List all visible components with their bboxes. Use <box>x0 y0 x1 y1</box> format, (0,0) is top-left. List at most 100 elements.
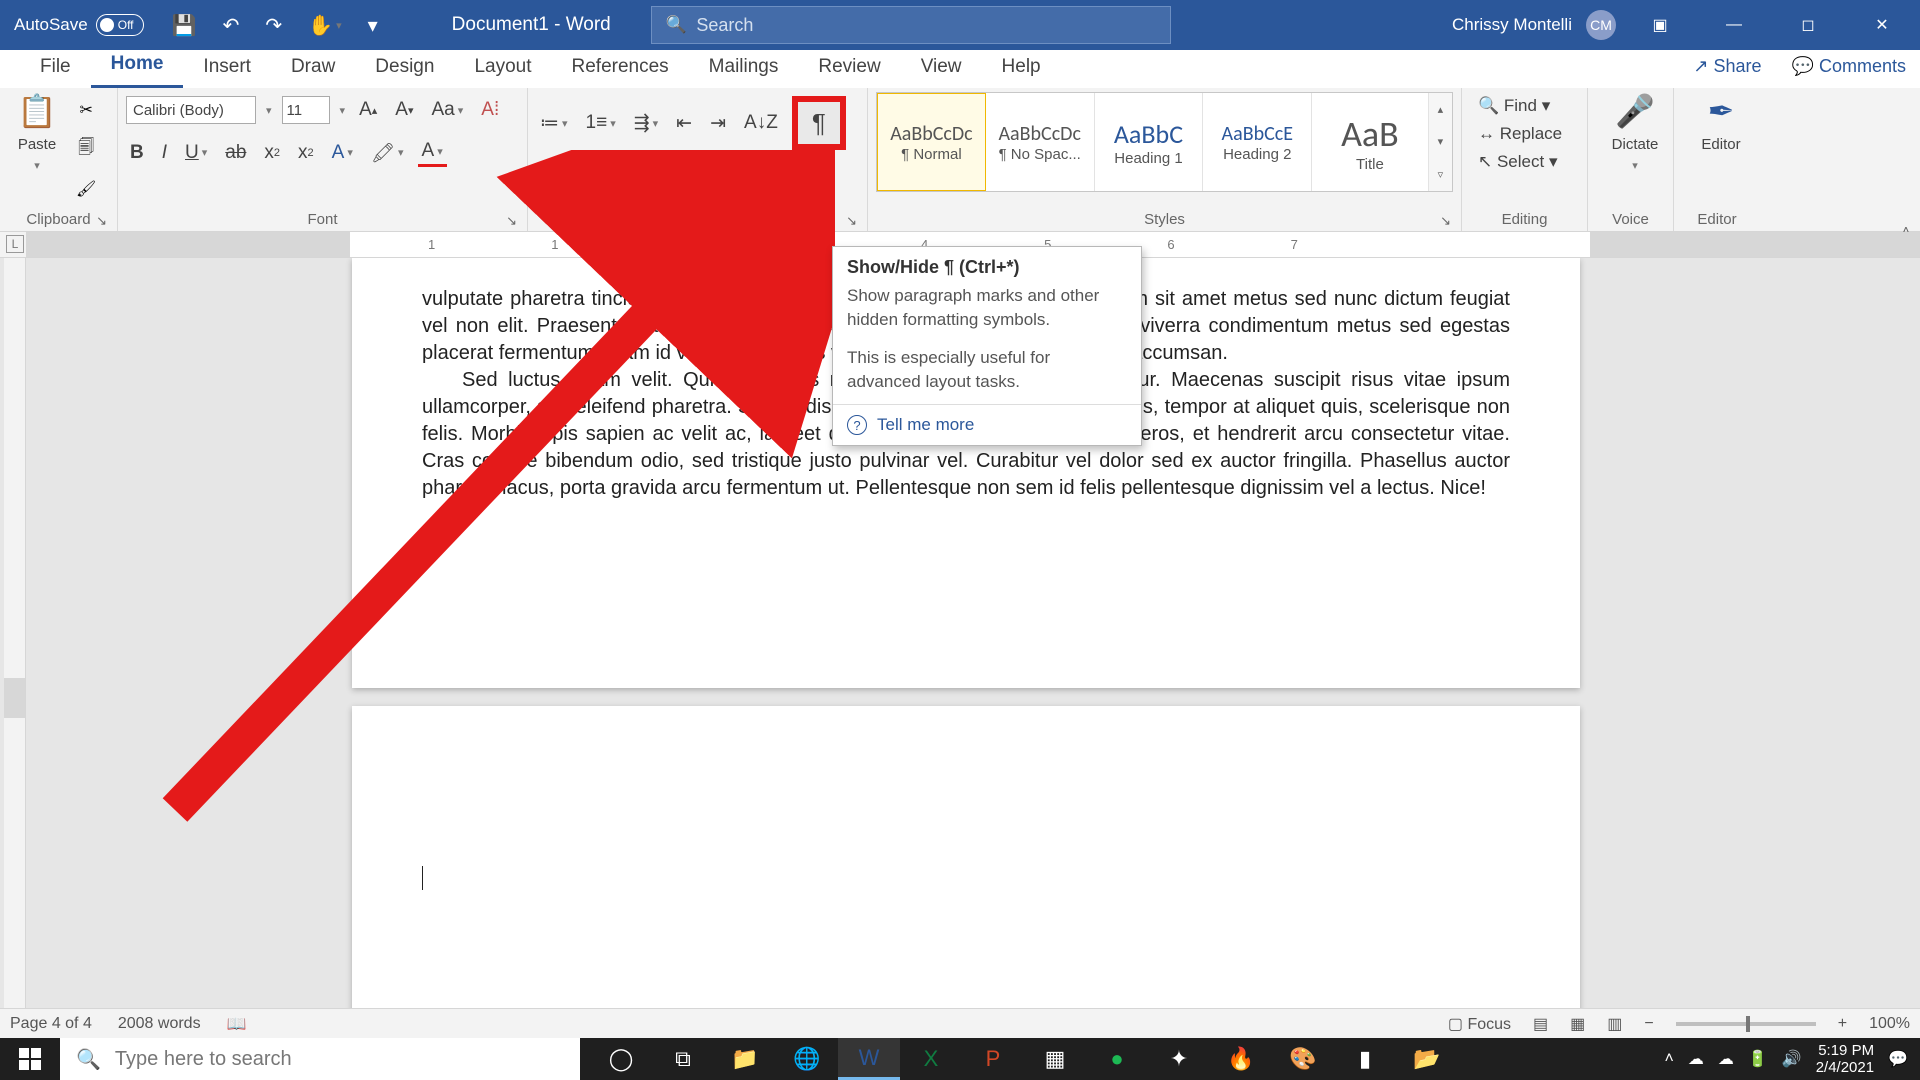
font-name-combo[interactable]: Calibri (Body) <box>126 96 256 124</box>
dictate-button[interactable]: 🎤 Dictate ▾ <box>1596 92 1674 172</box>
word-count[interactable]: 2008 words <box>118 1015 201 1033</box>
start-button[interactable] <box>0 1038 60 1080</box>
increase-indent-icon[interactable]: ⇥ <box>706 110 730 137</box>
comments-button[interactable]: 💬 Comments <box>1792 56 1906 77</box>
borders-icon[interactable]: ▦ <box>750 164 784 191</box>
shading-icon[interactable]: ◪ <box>705 164 739 191</box>
search-input[interactable] <box>696 15 1155 36</box>
ribbon-display-icon[interactable]: ▣ <box>1630 0 1690 50</box>
style-no-spacing[interactable]: AaBbCcDc¶ No Spac... <box>986 93 1095 191</box>
battery-icon[interactable]: 🔋 <box>1748 1049 1768 1069</box>
volume-icon[interactable]: 🔊 <box>1782 1049 1802 1069</box>
launcher-icon[interactable]: ↘ <box>506 213 517 229</box>
tab-insert[interactable]: Insert <box>183 48 271 88</box>
zoom-out-icon[interactable]: − <box>1644 1015 1653 1033</box>
font-size-combo[interactable]: 11 <box>282 96 330 124</box>
undo-icon[interactable]: ↶ <box>219 11 244 40</box>
change-case-icon[interactable]: Aa <box>428 97 468 123</box>
clear-formatting-icon[interactable]: A⁞ <box>477 97 503 123</box>
close-icon[interactable]: ✕ <box>1852 0 1912 50</box>
tab-design[interactable]: Design <box>355 48 454 88</box>
launcher-icon[interactable]: ↘ <box>846 213 857 229</box>
align-center-icon[interactable]: ≡ <box>565 165 584 191</box>
app-icon-2[interactable]: 🔥 <box>1210 1038 1272 1080</box>
italic-button[interactable]: I <box>158 140 171 166</box>
align-right-icon[interactable]: ≡ <box>594 165 613 191</box>
line-spacing-icon[interactable]: ‡≡ <box>657 165 695 191</box>
align-left-icon[interactable]: ≡ <box>536 165 555 191</box>
launcher-icon[interactable]: ↘ <box>1440 213 1451 229</box>
toggle-pill[interactable]: Off <box>96 14 144 36</box>
autosave-toggle[interactable]: AutoSave Off <box>0 14 158 36</box>
qat-customize-icon[interactable]: ▾ <box>364 11 382 40</box>
style-heading-2[interactable]: AaBbCcEHeading 2 <box>1203 93 1312 191</box>
clock[interactable]: 5:19 PM 2/4/2021 <box>1816 1042 1874 1076</box>
zoom-in-icon[interactable]: + <box>1838 1015 1847 1033</box>
text-effects-icon[interactable]: A <box>328 140 357 166</box>
cut-icon[interactable]: ✂ <box>72 98 100 122</box>
style-title[interactable]: AaBTitle <box>1312 93 1429 191</box>
superscript-button[interactable]: x2 <box>294 140 318 166</box>
format-painter-icon[interactable]: 🖌 <box>72 177 100 201</box>
calculator-icon[interactable]: ▦ <box>1024 1038 1086 1080</box>
shrink-font-icon[interactable]: A▾ <box>391 97 417 123</box>
folder-icon[interactable]: 📂 <box>1396 1038 1458 1080</box>
tab-help[interactable]: Help <box>982 48 1061 88</box>
weather-icon[interactable]: ☁ <box>1718 1049 1734 1069</box>
notifications-icon[interactable]: 💬 <box>1888 1049 1908 1069</box>
spotify-icon[interactable]: ● <box>1086 1038 1148 1080</box>
taskbar-search[interactable]: 🔍 Type here to search <box>60 1038 580 1080</box>
proofing-icon[interactable]: 📖 <box>227 1014 247 1034</box>
styles-gallery[interactable]: AaBbCcDc¶ Normal AaBbCcDc¶ No Spac... Aa… <box>876 92 1453 192</box>
multilevel-list-icon[interactable]: ⇶ <box>630 110 662 137</box>
copy-icon[interactable]: 🗐 <box>72 134 100 165</box>
focus-mode[interactable]: ▢ Focus <box>1448 1014 1511 1034</box>
grow-font-icon[interactable]: A▴ <box>355 97 381 123</box>
redo-icon[interactable]: ↷ <box>261 11 286 40</box>
touch-mode-icon[interactable]: ✋ <box>304 11 345 40</box>
tab-references[interactable]: References <box>552 48 689 88</box>
tab-layout[interactable]: Layout <box>454 48 551 88</box>
page-indicator[interactable]: Page 4 of 4 <box>10 1015 92 1033</box>
onedrive-icon[interactable]: ☁ <box>1688 1049 1704 1069</box>
sort-icon[interactable]: A↓Z <box>740 110 782 136</box>
select-button[interactable]: ↖ Select ▾ <box>1478 152 1571 172</box>
chrome-icon[interactable]: 🌐 <box>776 1038 838 1080</box>
style-normal[interactable]: AaBbCcDc¶ Normal <box>877 93 986 191</box>
word-icon[interactable]: W <box>838 1038 900 1080</box>
powerpoint-icon[interactable]: P <box>962 1038 1024 1080</box>
zoom-slider[interactable] <box>1676 1022 1816 1026</box>
cortana-icon[interactable]: ◯ <box>590 1038 652 1080</box>
excel-icon[interactable]: X <box>900 1038 962 1080</box>
app-icon-3[interactable]: ▮ <box>1334 1038 1396 1080</box>
replace-button[interactable]: ↔ Replace <box>1478 124 1571 144</box>
tab-view[interactable]: View <box>901 48 982 88</box>
avatar[interactable]: CM <box>1586 10 1616 40</box>
tab-file[interactable]: File <box>20 48 91 88</box>
save-icon[interactable]: 💾 <box>168 11 201 40</box>
launcher-icon[interactable]: ↘ <box>96 213 107 229</box>
tab-review[interactable]: Review <box>798 48 900 88</box>
subscript-button[interactable]: x2 <box>260 140 284 166</box>
paint-icon[interactable]: 🎨 <box>1272 1038 1334 1080</box>
web-layout-icon[interactable]: ▥ <box>1607 1014 1622 1034</box>
paste-button[interactable]: 📋 Paste ▾ <box>8 92 66 172</box>
find-button[interactable]: 🔍 Find ▾ <box>1478 96 1571 116</box>
style-heading-1[interactable]: AaBbCHeading 1 <box>1095 93 1204 191</box>
bold-button[interactable]: B <box>126 140 148 166</box>
highlight-icon[interactable]: 🖍 <box>367 139 408 167</box>
task-view-icon[interactable]: ⧉ <box>652 1038 714 1080</box>
zoom-level[interactable]: 100% <box>1869 1015 1910 1033</box>
tab-draw[interactable]: Draw <box>271 48 355 88</box>
file-explorer-icon[interactable]: 📁 <box>714 1038 776 1080</box>
show-hide-button[interactable]: ¶ <box>792 96 846 150</box>
font-color-icon[interactable]: A <box>418 138 447 167</box>
share-button[interactable]: Share <box>1693 56 1761 77</box>
tab-home[interactable]: Home <box>91 45 184 88</box>
editor-button[interactable]: ✒ Editor <box>1682 92 1760 153</box>
gallery-scroll[interactable]: ▴▾▿ <box>1429 93 1452 191</box>
maximize-icon[interactable]: ◻ <box>1778 0 1838 50</box>
tab-selector[interactable]: L <box>6 235 24 253</box>
tell-me-more-link[interactable]: ? Tell me more <box>833 404 1141 445</box>
read-mode-icon[interactable]: ▤ <box>1533 1014 1548 1034</box>
